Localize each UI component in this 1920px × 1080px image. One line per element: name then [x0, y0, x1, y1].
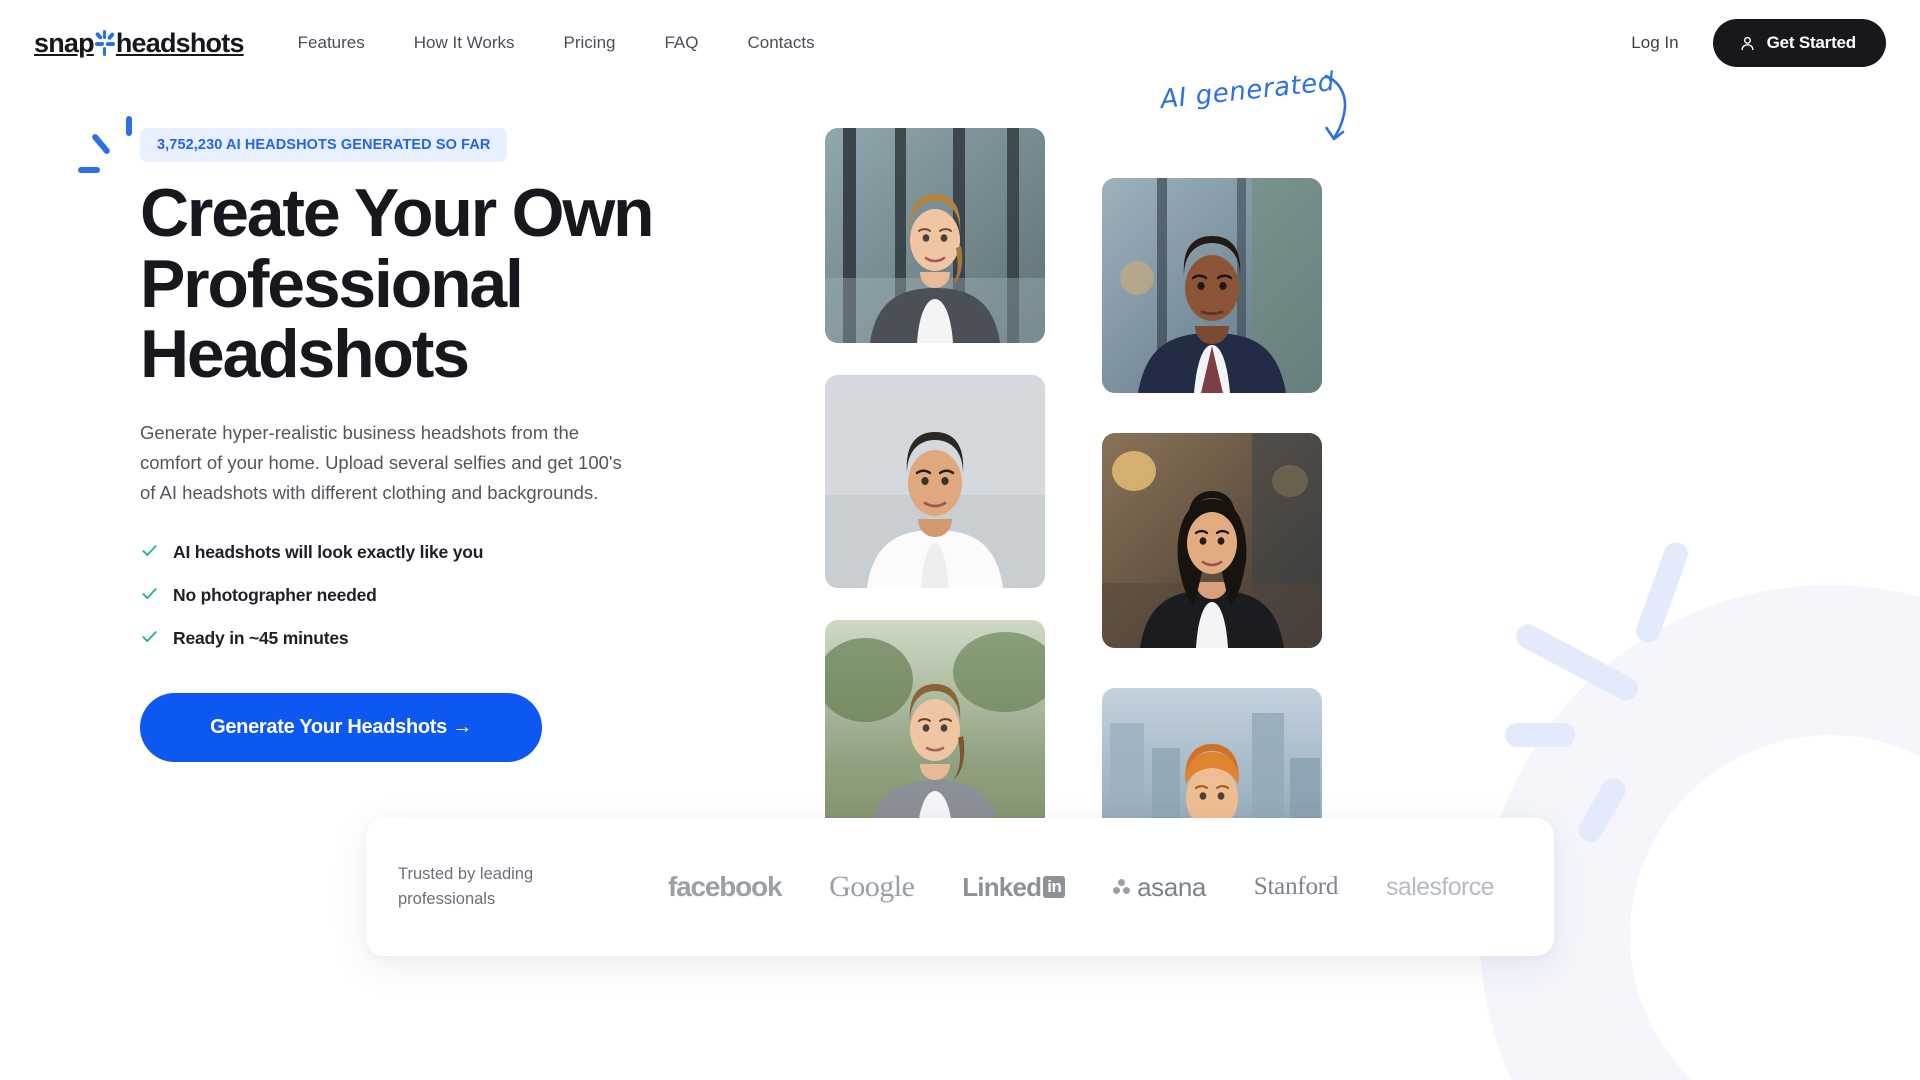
login-link[interactable]: Log In: [1631, 33, 1678, 53]
site-header: snap headshots Features How It Works Pri…: [0, 0, 1920, 86]
nav-item-faq[interactable]: FAQ: [664, 33, 698, 53]
hero-content: 3,752,230 AI HEADSHOTS GENERATED SO FAR …: [78, 116, 750, 903]
feature-label: Ready in ~45 minutes: [173, 628, 349, 649]
check-icon: [140, 584, 159, 608]
get-started-label: Get Started: [1766, 33, 1857, 52]
check-icon: [140, 541, 159, 565]
sparkle-icon: [78, 116, 148, 191]
nav-item-features[interactable]: Features: [298, 33, 365, 53]
partner-logo-row: facebook Google Linked in asana Stanford…: [568, 870, 1498, 904]
list-item: AI headshots will look exactly like you: [140, 541, 750, 565]
salesforce-logo: salesforce: [1386, 872, 1495, 901]
list-item: No photographer needed: [140, 584, 750, 608]
feature-label: No photographer needed: [173, 585, 377, 606]
facebook-logo: facebook: [668, 871, 783, 902]
asana-wordmark: asana: [1137, 871, 1206, 902]
nav-item-pricing[interactable]: Pricing: [564, 33, 616, 53]
generate-headshots-button[interactable]: Generate Your Headshots →: [140, 692, 542, 762]
check-icon: [140, 627, 159, 651]
feature-list: AI headshots will look exactly like you …: [140, 541, 750, 651]
gallery-column-right: [1102, 128, 1322, 903]
headshot-photo[interactable]: [825, 128, 1045, 343]
brand-name-part2: headshots: [115, 27, 245, 58]
trusted-by-label: Trusted by leading professionals: [398, 865, 534, 908]
hero-description: Generate hyper-realistic business headsh…: [140, 422, 622, 504]
google-logo: Google: [829, 870, 915, 903]
linkedin-in-badge: in: [1043, 876, 1066, 898]
get-started-button[interactable]: Get Started: [1712, 19, 1886, 67]
headshot-photo[interactable]: [1102, 178, 1322, 393]
headshot-photo[interactable]: [825, 620, 1045, 835]
headshot-photo[interactable]: [825, 375, 1045, 588]
list-item: Ready in ~45 minutes: [140, 627, 750, 651]
asana-dots-icon: [1113, 879, 1131, 895]
user-icon: [1739, 35, 1756, 52]
linkedin-wordmark: Linked: [962, 871, 1042, 902]
asana-logo: asana: [1113, 872, 1206, 903]
snap-burst-icon: [94, 30, 115, 56]
main-navigation: Features How It Works Pricing FAQ Contac…: [298, 33, 815, 53]
gallery-column-left: [825, 128, 1045, 903]
trusted-by-card: Trusted by leading professionals faceboo…: [366, 818, 1554, 956]
header-actions: Log In Get Started: [1631, 19, 1886, 67]
hero-section: 3,752,230 AI HEADSHOTS GENERATED SO FAR …: [0, 67, 1920, 903]
headshot-counter-badge: 3,752,230 AI HEADSHOTS GENERATED SO FAR: [140, 128, 508, 162]
brand-name-part1: snap: [34, 27, 95, 58]
nav-item-how-it-works[interactable]: How It Works: [414, 33, 515, 53]
brand-logo[interactable]: snap headshots: [34, 28, 244, 59]
stanford-logo: Stanford: [1253, 873, 1339, 900]
headshot-photo[interactable]: [1102, 433, 1322, 648]
linkedin-logo: Linked in: [962, 871, 1066, 903]
page-title: Create Your Own Professional Headshots: [140, 175, 655, 393]
headshot-gallery: AI generated: [825, 67, 1385, 903]
nav-item-contacts[interactable]: Contacts: [748, 33, 815, 53]
feature-label: AI headshots will look exactly like you: [173, 542, 484, 563]
